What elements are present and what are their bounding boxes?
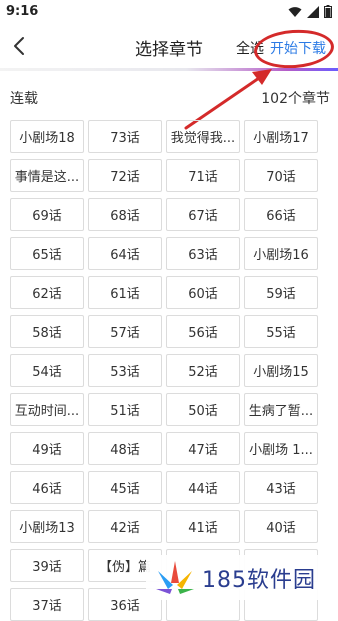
chapter-cell[interactable]: 61话 xyxy=(88,276,162,309)
watermark: 185软件园 xyxy=(146,555,338,600)
signal-icon xyxy=(307,5,319,18)
chapter-cell[interactable]: 小剧场17 xyxy=(244,120,318,153)
chapter-cell[interactable]: 62话 xyxy=(10,276,84,309)
chapter-cell[interactable]: 59话 xyxy=(244,276,318,309)
chapter-count: 102个章节 xyxy=(261,91,330,107)
chapter-cell[interactable]: 44话 xyxy=(166,471,240,504)
chapter-cell[interactable]: 45话 xyxy=(88,471,162,504)
chapter-cell[interactable]: 58话 xyxy=(10,315,84,348)
chapter-cell[interactable]: 52话 xyxy=(166,354,240,387)
chapter-cell[interactable]: 互动时间... xyxy=(10,393,84,426)
chapter-cell[interactable]: 64话 xyxy=(88,237,162,270)
chapter-cell[interactable]: 39话 xyxy=(10,549,84,582)
status-bar: 9:16 xyxy=(0,0,338,24)
chapter-cell[interactable]: 48话 xyxy=(88,432,162,465)
chapter-cell[interactable]: 65话 xyxy=(10,237,84,270)
status-icons xyxy=(288,5,332,18)
chapter-cell[interactable]: 66话 xyxy=(244,198,318,231)
chapter-cell[interactable]: 56话 xyxy=(166,315,240,348)
chapter-cell[interactable]: 57话 xyxy=(88,315,162,348)
chapter-cell[interactable]: 70话 xyxy=(244,159,318,192)
chapter-cell[interactable]: 73话 xyxy=(88,120,162,153)
chapter-cell[interactable]: 事情是这... xyxy=(10,159,84,192)
chapter-cell[interactable]: 49话 xyxy=(10,432,84,465)
section-header: 连载 102个章节 xyxy=(0,86,338,110)
chapter-cell[interactable]: 小剧场18 xyxy=(10,120,84,153)
chapter-cell[interactable]: 40话 xyxy=(244,510,318,543)
chapter-cell[interactable]: 54话 xyxy=(10,354,84,387)
chapter-grid: 小剧场18 73话 我觉得我... 小剧场17 事情是这... 72话 71话 70话 69话 6… xyxy=(10,120,320,621)
chapter-cell[interactable]: 43话 xyxy=(244,471,318,504)
chapter-cell[interactable]: 47话 xyxy=(166,432,240,465)
chapter-cell[interactable]: 小剧场16 xyxy=(244,237,318,270)
chapter-cell[interactable]: 37话 xyxy=(10,588,84,621)
wifi-icon xyxy=(288,6,302,17)
chapter-cell[interactable]: 60话 xyxy=(166,276,240,309)
chapter-cell[interactable]: 68话 xyxy=(88,198,162,231)
chapter-cell[interactable]: 小剧场13 xyxy=(10,510,84,543)
chapter-cell[interactable]: 42话 xyxy=(88,510,162,543)
chapter-cell[interactable]: 63话 xyxy=(166,237,240,270)
chapter-cell[interactable]: 46话 xyxy=(10,471,84,504)
chapter-cell[interactable]: 生病了暂... xyxy=(244,393,318,426)
chapter-cell[interactable]: 71话 xyxy=(166,159,240,192)
chapter-cell[interactable]: 50话 xyxy=(166,393,240,426)
chapter-cell[interactable]: 53话 xyxy=(88,354,162,387)
chapter-cell[interactable]: 67话 xyxy=(166,198,240,231)
chapter-cell[interactable]: 我觉得我... xyxy=(166,120,240,153)
watermark-logo-icon xyxy=(156,560,194,594)
chapter-cell[interactable]: 72话 xyxy=(88,159,162,192)
battery-icon xyxy=(324,5,332,18)
status-time: 9:16 xyxy=(6,4,39,19)
chapter-cell[interactable]: 小剧场 1... xyxy=(244,432,318,465)
chapter-cell[interactable]: 69话 xyxy=(10,198,84,231)
watermark-text: 185软件园 xyxy=(202,567,316,593)
chapter-cell[interactable]: 小剧场15 xyxy=(244,354,318,387)
chapter-cell[interactable]: 41话 xyxy=(166,510,240,543)
chapter-cell[interactable]: 51话 xyxy=(88,393,162,426)
section-name: 连载 xyxy=(10,91,38,107)
chapter-cell[interactable]: 55话 xyxy=(244,315,318,348)
